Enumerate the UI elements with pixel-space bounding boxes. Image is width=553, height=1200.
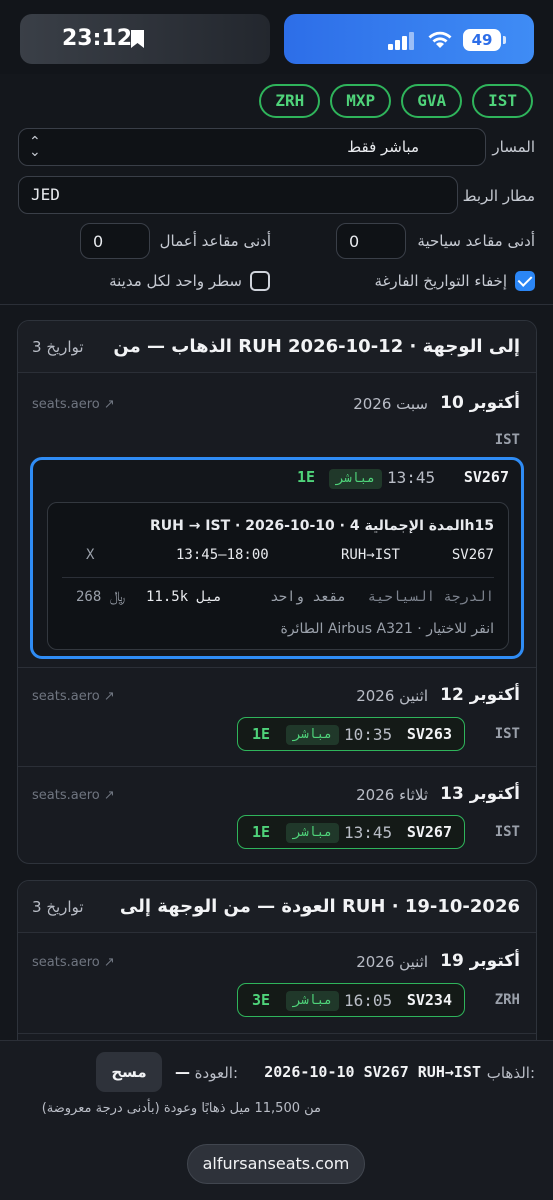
cabin-class: 1E — [252, 725, 271, 743]
day-weekday: اثنين 2026 — [356, 953, 428, 971]
section-title: الذهاب — من RUH إلى الوجهة · 12-10-2026 — [113, 336, 520, 357]
status-bar: 23:12 49 — [0, 0, 553, 74]
wifi-icon — [428, 31, 452, 48]
detail-summary: RUH → IST · 2026-10-10 · المدة الإجمالية… — [149, 518, 494, 534]
hide-empty-checkbox[interactable] — [515, 271, 535, 291]
source-link[interactable]: seats.aero ↗ — [32, 955, 115, 970]
day-date: 12 أكتوبر — [440, 685, 520, 705]
return-summary-label: العودة: — [194, 1064, 238, 1082]
day-weekday: اثنين 2026 — [356, 687, 428, 705]
flight-time: 13:45 — [387, 468, 436, 487]
clear-button[interactable]: مسح — [96, 1052, 162, 1092]
min-economy-input[interactable]: 0 — [336, 223, 406, 259]
min-business-label: أدنى مقاعد أعمال — [159, 232, 271, 250]
section-title: العودة — من الوجهة إلى RUH · 19-10-2026 — [119, 896, 520, 917]
flight-time: 10:35 — [344, 725, 393, 744]
one-row-label: سطر واحد لكل مدينة — [109, 272, 242, 290]
airport-chip-gva[interactable]: GVA — [401, 84, 463, 118]
route-select[interactable]: ⌃ ⌄ مباشر فقط — [18, 128, 486, 166]
airport-chip-ist[interactable]: IST — [472, 84, 533, 118]
route-select-value: مباشر فقط — [347, 138, 419, 156]
hub-input[interactable]: JED — [18, 176, 458, 214]
date-count: 3 تواريخ — [32, 898, 84, 916]
selected-flight-card[interactable]: SV267 13:45 مباشر 1E RUH → IST · 2026-10… — [30, 457, 524, 659]
day-date: 13 أكتوبر — [440, 784, 520, 804]
return-summary-value: — — [175, 1063, 190, 1081]
chevron-updown-icon: ⌃ ⌄ — [29, 134, 41, 160]
direct-badge: مباشر — [286, 823, 340, 843]
cabin-class: 3E — [252, 991, 271, 1009]
segment-route: RUH→IST — [340, 547, 400, 563]
cabin-class: 1E — [297, 468, 316, 486]
inbound-section: العودة — من الوجهة إلى RUH · 19-10-2026 … — [17, 880, 537, 1060]
day-weekday: ثلاثاء 2026 — [356, 786, 428, 804]
direct-badge: مباشر — [286, 725, 340, 745]
airport-chip-zrh[interactable]: ZRH — [259, 84, 321, 118]
day-date: 19 أكتوبر — [440, 951, 520, 971]
flight-number: SV267 — [406, 823, 452, 841]
route-label: المسار — [492, 138, 535, 156]
flight-number: SV234 — [406, 991, 452, 1009]
signal-icon — [388, 30, 414, 50]
segment-number: SV267 — [451, 547, 494, 563]
one-row-checkbox[interactable] — [250, 271, 270, 291]
flight-option[interactable]: SV267 13:45 مباشر 1E — [237, 815, 465, 849]
clock: 23:12 — [62, 26, 133, 51]
seat-count: مقعد واحد — [270, 589, 346, 605]
min-business-input[interactable]: 0 — [80, 223, 150, 259]
date-count: 3 تواريخ — [32, 338, 84, 356]
flight-time: 13:45 — [344, 823, 393, 842]
battery-icon: 49 — [463, 29, 506, 51]
outbound-section: الذهاب — من RUH إلى الوجهة · 12-10-2026 … — [17, 320, 537, 864]
segment-x: X — [86, 547, 95, 563]
airport-chips: ZRH MXP GVA IST — [259, 84, 533, 118]
flight-detail-panel[interactable]: RUH → IST · 2026-10-10 · المدة الإجمالية… — [47, 502, 509, 650]
hub-label: مطار الربط — [462, 187, 535, 205]
total-miles-text: من 11,500 ميل ذهابًا وعودة (بأدنى درجة م… — [41, 1101, 321, 1116]
min-economy-label: أدنى مقاعد سياحية — [417, 232, 535, 250]
destination-code: IST — [494, 432, 520, 448]
selection-summary-bar: الذهاب: 2026-10-10 SV267 RUH→IST العودة:… — [0, 1040, 553, 1200]
flight-number: SV263 — [406, 725, 452, 743]
airport-chip-mxp[interactable]: MXP — [330, 84, 392, 118]
outbound-summary-label: الذهاب: — [486, 1064, 535, 1082]
miles-cost: 11.5k ميل — [146, 589, 222, 605]
destination-code: IST — [494, 726, 520, 742]
destination-code: ZRH — [494, 992, 520, 1008]
cabin-class: 1E — [252, 823, 271, 841]
outbound-summary-value: 2026-10-10 SV267 RUH→IST — [264, 1063, 481, 1081]
source-link[interactable]: seats.aero ↗ — [32, 689, 115, 704]
day-weekday: سبت 2026 — [353, 395, 428, 413]
aircraft-info: الطائرة Airbus A321 · انقر للاختيار — [280, 621, 495, 637]
flight-time: 16:05 — [344, 991, 393, 1010]
destination-code: IST — [494, 824, 520, 840]
cabin-name: الدرجة السياحية — [367, 589, 494, 605]
direct-badge: مباشر — [286, 991, 340, 1011]
source-link[interactable]: seats.aero ↗ — [32, 788, 115, 803]
fee-amount: 268 ﷼ — [76, 589, 126, 605]
hide-empty-label: إخفاء التواريخ الفارغة — [374, 272, 508, 290]
day-date: 10 أكتوبر — [440, 393, 520, 413]
url-bar[interactable]: alfursanseats.com — [187, 1144, 365, 1184]
segment-time: 13:45–18:00 — [176, 547, 269, 563]
flight-number: SV267 — [463, 468, 509, 486]
flight-option[interactable]: SV234 16:05 مباشر 3E — [237, 983, 465, 1017]
source-link[interactable]: seats.aero ↗ — [32, 397, 115, 412]
flight-option[interactable]: SV263 10:35 مباشر 1E — [237, 717, 465, 751]
direct-badge: مباشر — [329, 469, 383, 489]
